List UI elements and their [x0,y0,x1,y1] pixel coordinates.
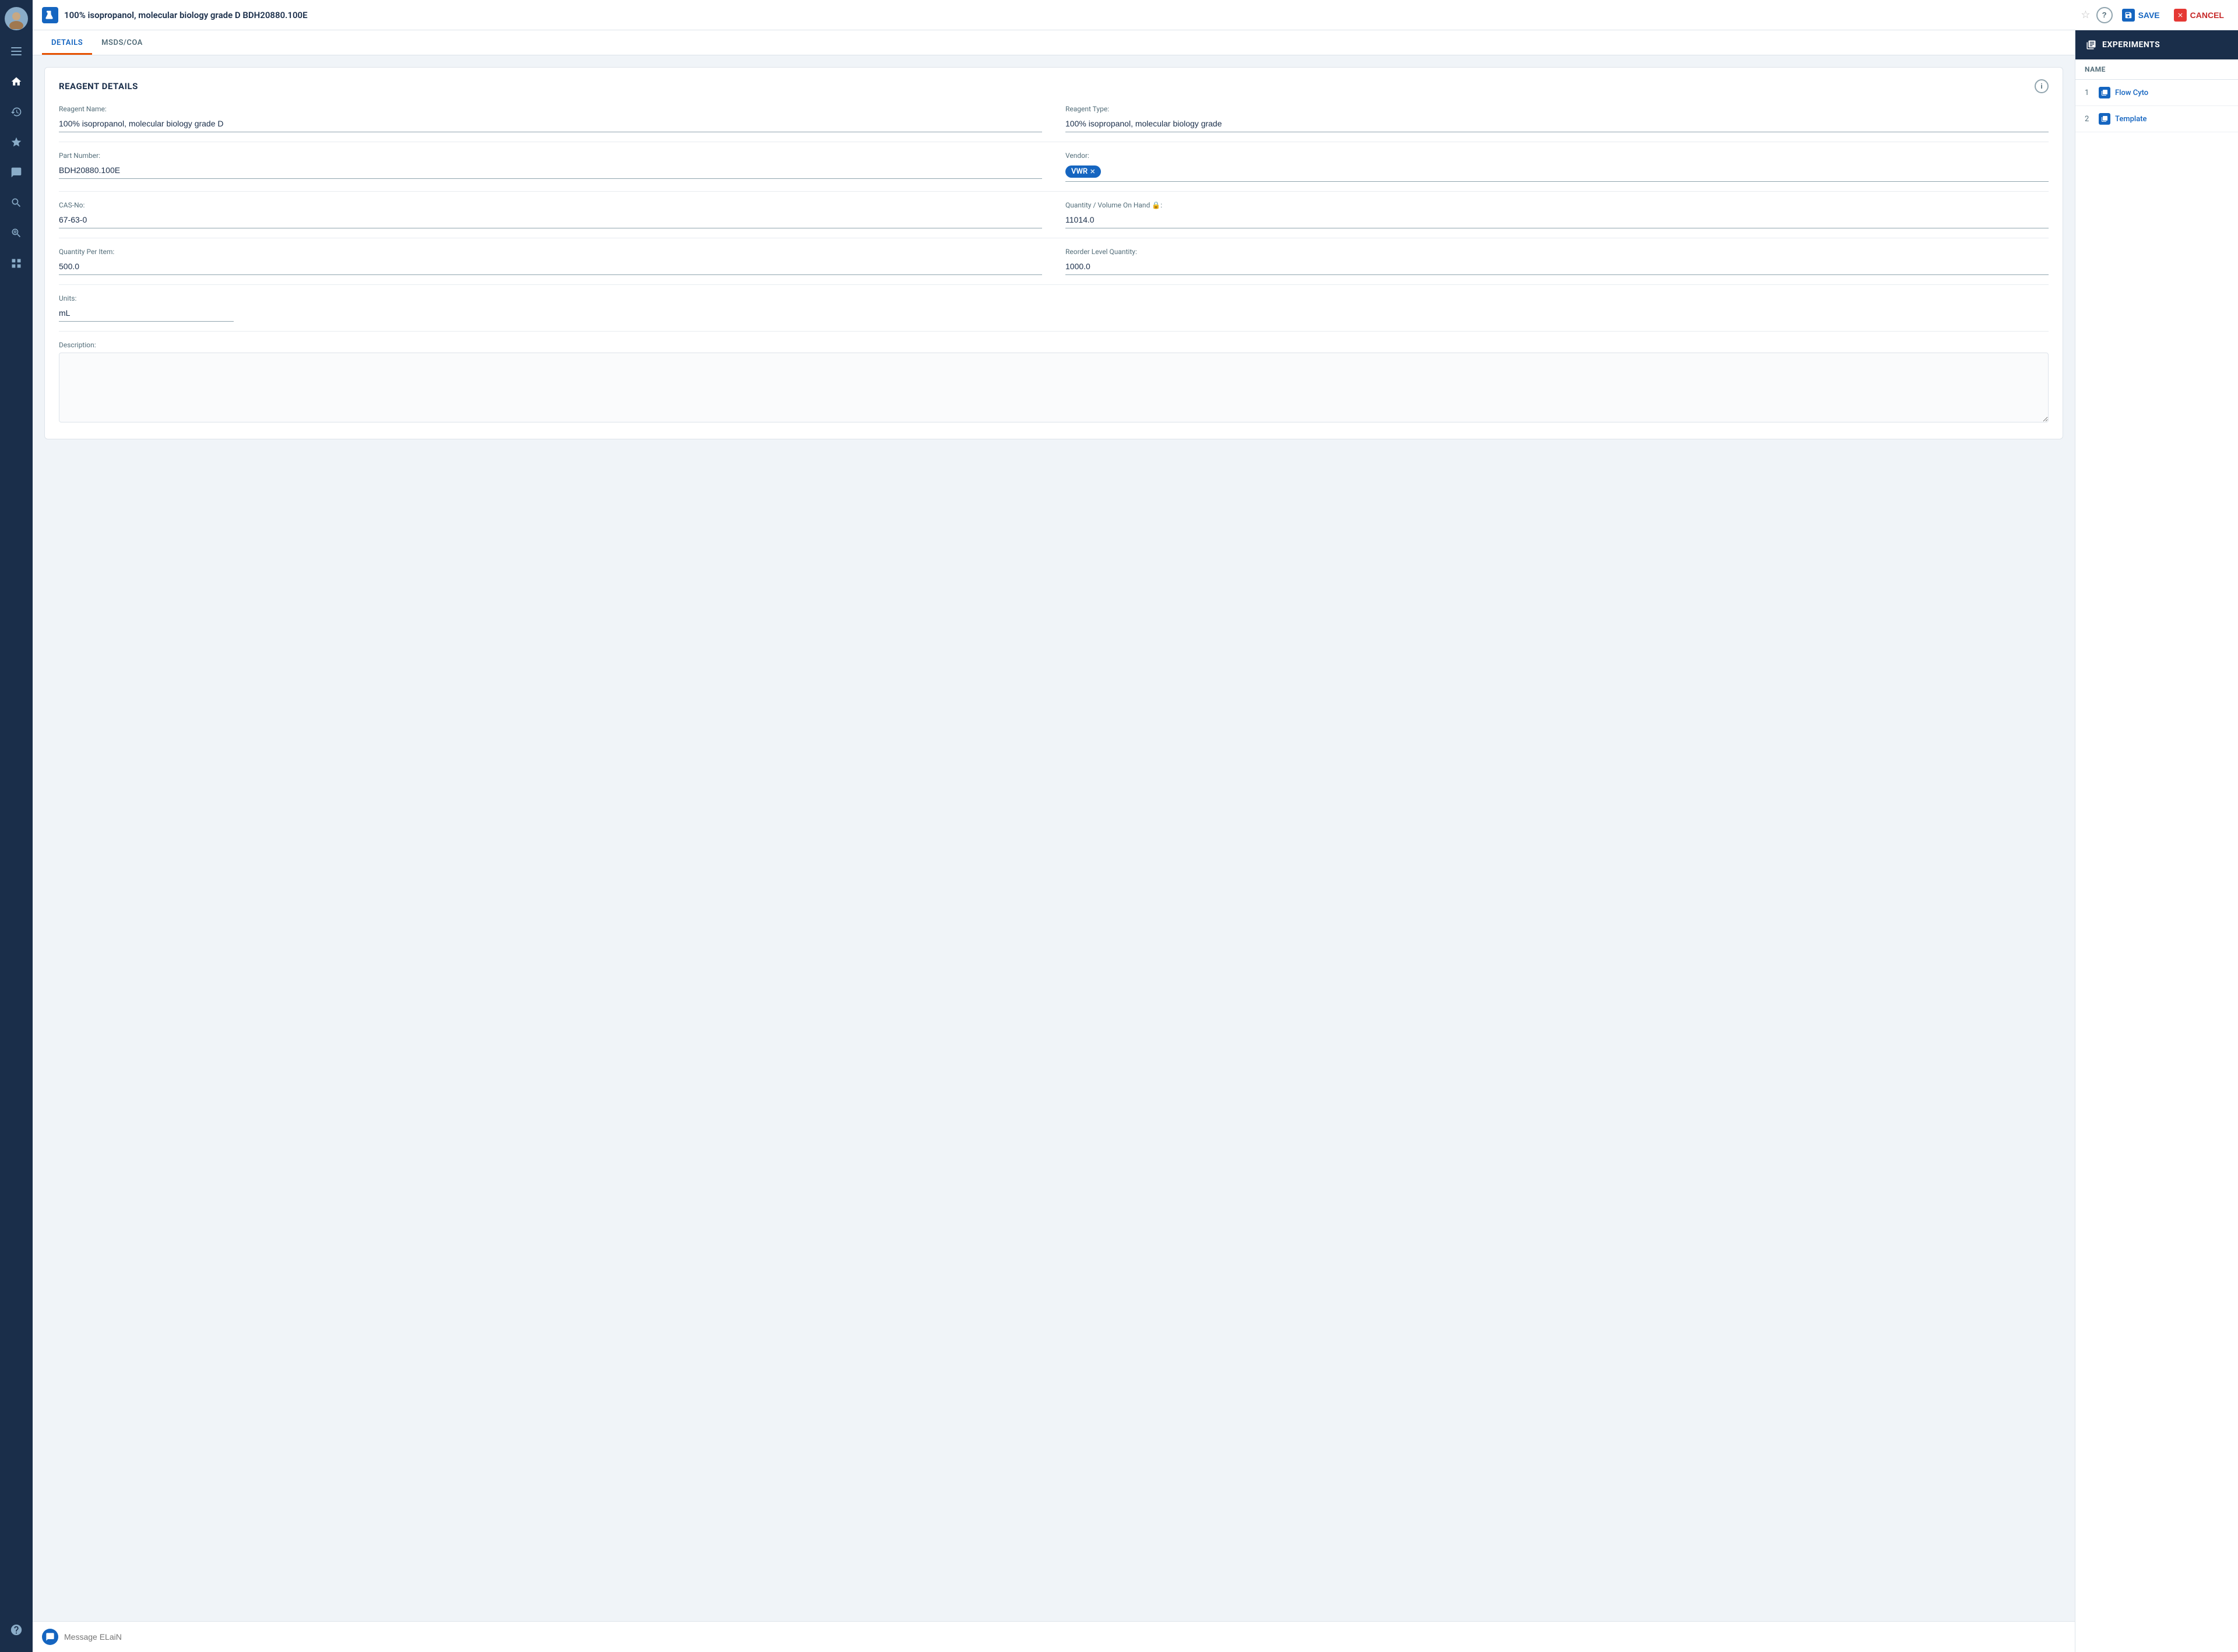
experiment-row-2: 2 Template [2075,106,2238,132]
exp-number-2: 2 [2085,115,2094,124]
qty-volume-label: Quantity / Volume On Hand 🔒: [1065,201,2049,209]
experiments-icon [2085,38,2098,51]
help-button[interactable]: ? [2096,7,2113,23]
cancel-icon [2174,9,2187,22]
row-reagent-name-type: Reagent Name: Reagent Type: [59,105,2049,132]
divider-4 [59,284,2049,285]
reagent-name-input[interactable] [59,117,1042,132]
cas-no-label: CAS-No: [59,201,1042,209]
field-qty-per-item: Quantity Per Item: [59,248,1042,275]
field-vendor: Vendor: VWR ✕ [1065,152,2049,182]
tab-details[interactable]: DETAILS [42,30,92,55]
message-input[interactable] [64,1632,2065,1642]
vendor-field[interactable]: VWR ✕ [1065,163,2049,182]
divider-2 [59,191,2049,192]
menu-icon[interactable] [5,40,28,63]
field-units: Units: [59,294,234,322]
vendor-chip-close-icon[interactable]: ✕ [1090,168,1095,175]
card-header: REAGENT DETAILS i [59,79,2049,93]
message-icon [42,1629,58,1645]
reagent-name-label: Reagent Name: [59,105,1042,113]
divider-5 [59,331,2049,332]
lock-icon: 🔒 [1152,201,1160,209]
main-wrapper: 100% isopropanol, molecular biology grad… [33,0,2238,1652]
save-icon [2122,9,2135,22]
advanced-search-icon[interactable] [5,221,28,245]
scroll-content: REAGENT DETAILS i Reagent Name: Reagent … [33,55,2075,1621]
field-reorder-level: Reorder Level Quantity: [1065,248,2049,275]
favorites-icon[interactable] [5,131,28,154]
experiments-header: EXPERIMENTS [2075,30,2238,59]
user-avatar[interactable] [5,7,28,30]
units-label: Units: [59,294,234,302]
content-area: DETAILS MSDS/COA REAGENT DETAILS i Reage… [33,30,2238,1652]
sidebar [0,0,33,1652]
help-circle-icon[interactable] [5,1618,28,1642]
history-icon[interactable] [5,100,28,124]
vendor-chip[interactable]: VWR ✕ [1065,165,1101,178]
qty-volume-input[interactable] [1065,213,2049,228]
messages-icon[interactable] [5,161,28,184]
save-button[interactable]: SAVE [2117,6,2165,24]
experiments-title: EXPERIMENTS [2102,40,2160,50]
field-part-number: Part Number: [59,152,1042,182]
reagent-type-label: Reagent Type: [1065,105,2049,113]
vendor-chip-label: VWR [1071,167,1088,176]
row-part-vendor: Part Number: Vendor: VWR ✕ [59,152,2049,182]
page-title: 100% isopropanol, molecular biology grad… [64,10,2075,20]
card-title: REAGENT DETAILS [59,81,138,91]
right-panel: EXPERIMENTS NAME 1 Flow Cyto 2 Template [2075,30,2238,1652]
reagent-type-input[interactable] [1065,117,2049,132]
favorite-star-icon[interactable]: ☆ [2081,9,2090,21]
exp-icon-2 [2099,113,2110,125]
home-icon[interactable] [5,70,28,93]
tabs-bar: DETAILS MSDS/COA [33,30,2075,55]
qty-per-item-input[interactable] [59,259,1042,275]
description-textarea[interactable] [59,353,2049,422]
row-qty-reorder: Quantity Per Item: Reorder Level Quantit… [59,248,2049,275]
field-description: Description: [59,341,2049,425]
field-qty-volume: Quantity / Volume On Hand 🔒: [1065,201,2049,228]
info-button[interactable]: i [2035,79,2049,93]
reagent-details-card: REAGENT DETAILS i Reagent Name: Reagent … [44,67,2063,439]
field-reagent-name: Reagent Name: [59,105,1042,132]
search-icon[interactable] [5,191,28,214]
top-bar: 100% isopropanol, molecular biology grad… [33,0,2238,30]
row-units: Units: [59,294,2049,322]
qty-per-item-label: Quantity Per Item: [59,248,1042,256]
exp-icon-1 [2099,87,2110,98]
field-cas-no: CAS-No: [59,201,1042,228]
exp-name-2[interactable]: Template [2115,115,2147,124]
grid-icon[interactable] [5,252,28,275]
reorder-level-label: Reorder Level Quantity: [1065,248,2049,256]
cancel-button[interactable]: CANCEL [2169,6,2229,24]
part-number-input[interactable] [59,163,1042,179]
part-number-label: Part Number: [59,152,1042,160]
tab-msds-coa[interactable]: MSDS/COA [92,30,152,55]
units-input[interactable] [59,306,234,322]
reorder-level-input[interactable] [1065,259,2049,275]
description-label: Description: [59,341,2049,349]
vendor-label: Vendor: [1065,152,2049,160]
field-reagent-type: Reagent Type: [1065,105,2049,132]
top-bar-actions: ? SAVE CANCEL [2096,6,2229,24]
main-panel: DETAILS MSDS/COA REAGENT DETAILS i Reage… [33,30,2075,1652]
experiment-row-1: 1 Flow Cyto [2075,80,2238,106]
exp-number-1: 1 [2085,89,2094,97]
reagent-icon [42,7,58,23]
exp-name-1[interactable]: Flow Cyto [2115,89,2148,97]
row-cas-qty: CAS-No: Quantity / Volume On Hand 🔒: [59,201,2049,228]
message-bar [33,1621,2075,1652]
experiments-table-header: NAME [2075,59,2238,80]
cas-no-input[interactable] [59,213,1042,228]
